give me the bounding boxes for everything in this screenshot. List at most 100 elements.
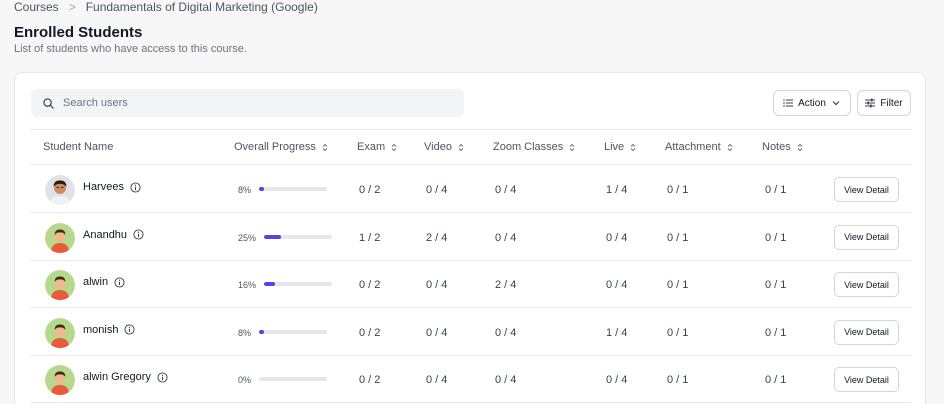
zoom-classes-count: 0 / 4	[495, 184, 517, 196]
column-header-live[interactable]: Live	[604, 141, 636, 153]
info-icon[interactable]	[114, 276, 125, 288]
progress-bar-fill	[264, 234, 281, 239]
table-row: alwin 16% 0 / 2 0 / 4 2 / 4 0 / 4 0 / 1 …	[31, 261, 911, 308]
student-name-cell: alwin Gregory	[83, 371, 168, 383]
progress-bar-fill	[259, 329, 265, 334]
page-subtitle: List of students who have access to this…	[14, 43, 247, 55]
video-count: 0 / 4	[426, 279, 448, 291]
default-avatar-icon	[45, 270, 75, 300]
avatar	[45, 317, 75, 348]
column-header-zoom-classes[interactable]: Zoom Classes	[493, 141, 575, 153]
notes-count: 0 / 1	[765, 231, 787, 244]
column-header-notes[interactable]: Notes	[762, 141, 803, 153]
progress-percent: 25%	[238, 232, 257, 243]
sort-icon	[727, 143, 732, 151]
avatar	[45, 222, 75, 253]
table-header: Student Name Overall Progress Exam Video…	[31, 129, 911, 165]
table-row: Anandhu 25% 1 / 2 2 / 4 0 / 4 0 / 4 0 / …	[31, 214, 911, 261]
progress-bar	[259, 329, 327, 334]
table-row: alwin Gregory 0% 0 / 2 0 / 4 0 / 4 0 / 4…	[31, 356, 911, 403]
column-header-exam[interactable]: Exam	[357, 141, 397, 153]
breadcrumb-current: Fundamentals of Digital Marketing (Googl…	[85, 0, 318, 14]
list-icon	[783, 99, 794, 107]
video-count: 0 / 4	[426, 326, 448, 339]
live-count: 0 / 4	[606, 374, 628, 386]
video-count: 2 / 4	[426, 231, 448, 244]
sort-icon	[630, 143, 636, 151]
student-name: Harvees	[83, 181, 124, 193]
search-box[interactable]	[31, 89, 464, 117]
attachment-count: 0 / 1	[667, 231, 689, 244]
breadcrumb: Courses > Fundamentals of Digital Market…	[14, 0, 318, 14]
video-count: 0 / 4	[426, 184, 448, 196]
attachment-count: 0 / 1	[667, 279, 689, 291]
student-name-cell: Anandhu	[83, 229, 144, 241]
avatar	[45, 270, 75, 300]
chevron-down-icon	[832, 101, 840, 106]
table-row: Harvees 8% 0 / 2 0 / 4 0 / 4 1 / 4 0 / 1…	[31, 166, 911, 213]
progress-percent: 8%	[238, 327, 252, 338]
exam-count: 1 / 2	[359, 231, 381, 244]
student-name: monish	[83, 323, 119, 336]
sort-icon	[322, 143, 328, 151]
live-count: 0 / 4	[606, 279, 628, 291]
attachment-count: 0 / 1	[667, 326, 689, 339]
user-photo-avatar	[45, 175, 75, 205]
notes-count: 0 / 1	[765, 374, 787, 386]
breadcrumb-courses-link[interactable]: Courses	[14, 0, 59, 14]
student-name-cell: alwin	[83, 276, 125, 288]
column-header-student-name: Student Name	[43, 141, 114, 153]
view-detail-button[interactable]: View Detail	[834, 224, 899, 250]
page-title: Enrolled Students	[14, 24, 143, 41]
info-icon[interactable]	[157, 371, 168, 383]
info-icon[interactable]	[133, 229, 144, 240]
progress-percent: 16%	[238, 280, 257, 290]
sort-icon	[797, 143, 803, 151]
column-header-attachment[interactable]: Attachment	[665, 141, 733, 153]
view-detail-button[interactable]: View Detail	[834, 177, 899, 202]
student-name: alwin Gregory	[83, 371, 151, 383]
exam-count: 0 / 2	[359, 374, 381, 386]
students-card: Action Filter Student Name Overall Progr…	[14, 72, 926, 404]
search-input[interactable]	[63, 97, 443, 109]
search-icon	[43, 97, 54, 109]
progress-bar	[264, 282, 332, 286]
zoom-classes-count: 0 / 4	[495, 231, 517, 244]
exam-count: 0 / 2	[359, 326, 381, 339]
progress-bar	[259, 187, 327, 191]
zoom-classes-count: 2 / 4	[495, 279, 517, 291]
column-header-overall-progress[interactable]: Overall Progress	[234, 141, 328, 153]
progress-bar-fill	[264, 282, 275, 286]
attachment-count: 0 / 1	[667, 184, 689, 196]
view-detail-button[interactable]: View Detail	[834, 367, 899, 392]
view-detail-button[interactable]: View Detail	[834, 272, 899, 297]
table-row: monish 8% 0 / 2 0 / 4 0 / 4 1 / 4 0 / 1 …	[31, 309, 911, 356]
filter-button[interactable]: Filter	[857, 90, 911, 116]
live-count: 1 / 4	[606, 184, 628, 196]
zoom-classes-count: 0 / 4	[495, 374, 517, 386]
exam-count: 0 / 2	[359, 184, 381, 196]
notes-count: 0 / 1	[765, 184, 787, 196]
sort-icon	[569, 143, 575, 151]
info-icon[interactable]	[124, 324, 136, 335]
info-icon[interactable]	[130, 181, 141, 193]
notes-count: 0 / 1	[765, 279, 787, 291]
attachment-count: 0 / 1	[667, 374, 689, 386]
breadcrumb-separator: >	[68, 0, 76, 14]
progress-percent: 0%	[238, 375, 252, 385]
student-name: alwin	[83, 276, 109, 288]
sort-icon	[458, 143, 464, 151]
column-header-video[interactable]: Video	[424, 141, 464, 153]
sort-icon	[391, 143, 397, 151]
avatar	[45, 175, 75, 205]
student-name-cell: Harvees	[83, 181, 141, 193]
live-count: 1 / 4	[606, 326, 628, 339]
view-detail-button[interactable]: View Detail	[834, 319, 899, 345]
student-name-cell: monish	[83, 323, 136, 336]
filter-label: Filter	[880, 97, 903, 109]
action-button[interactable]: Action	[773, 90, 851, 116]
exam-count: 0 / 2	[359, 279, 381, 291]
progress-bar-fill	[259, 187, 265, 191]
progress-bar	[264, 234, 332, 239]
live-count: 0 / 4	[606, 231, 628, 244]
